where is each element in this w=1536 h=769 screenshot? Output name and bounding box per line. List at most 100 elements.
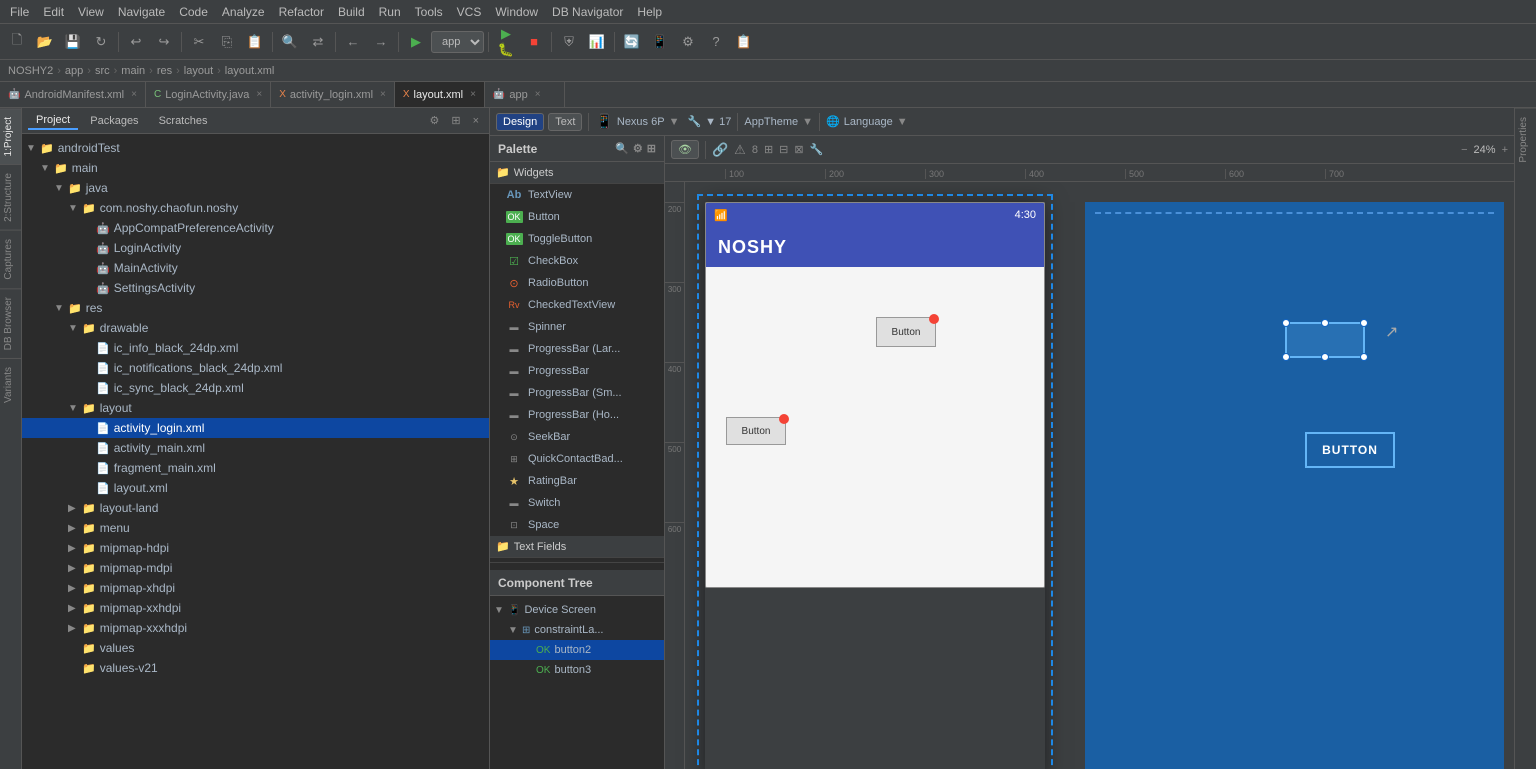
handle-bm[interactable] (1321, 353, 1329, 361)
run-config-combo[interactable]: app (431, 31, 484, 53)
menu-edit[interactable]: Edit (37, 3, 70, 21)
handle-tm[interactable] (1321, 319, 1329, 327)
gradle-sync-btn[interactable]: 🔄 (619, 29, 645, 55)
tab-app[interactable]: 🤖 app × (485, 82, 565, 107)
palette-item-spinner[interactable]: ▬ Spinner (490, 316, 664, 338)
back-btn[interactable]: ← (340, 29, 366, 55)
bc-layoutxml[interactable]: layout.xml (225, 65, 275, 77)
palette-item-progressbar-horiz[interactable]: ▬ ProgressBar (Ho... (490, 404, 664, 426)
tree-item-drawable[interactable]: ▼ 📁 drawable (22, 318, 489, 338)
tab-loginactivity-close[interactable]: × (256, 89, 262, 100)
tree-item-values-v21[interactable]: 📁 values-v21 (22, 658, 489, 678)
side-tab-db-browser[interactable]: DB Browser (0, 288, 21, 358)
find-btn[interactable]: 🔍 (277, 29, 303, 55)
tab-androidmanifest[interactable]: 🤖 AndroidManifest.xml × (0, 82, 146, 107)
error-btn[interactable]: ⚠ (734, 142, 746, 158)
redo-btn[interactable]: ↪ (151, 29, 177, 55)
palette-item-checkedtextview[interactable]: Rv CheckedTextView (490, 294, 664, 316)
side-tab-project[interactable]: 1:Project (0, 108, 21, 164)
phone-btn1[interactable]: Button (876, 317, 936, 347)
coverage-btn[interactable]: ⛨ (556, 29, 582, 55)
tree-item-activity-login-xml[interactable]: 📄 activity_login.xml (22, 418, 489, 438)
comp-tree-button3[interactable]: OK button3 (490, 660, 664, 680)
palette-item-textview[interactable]: Ab TextView (490, 184, 664, 206)
menu-navigate[interactable]: Navigate (112, 3, 171, 21)
tree-item-mipmap-xhdpi[interactable]: ▶ 📁 mipmap-xhdpi (22, 578, 489, 598)
api-label[interactable]: ▼ 17 (705, 116, 731, 128)
forward-btn[interactable]: → (368, 29, 394, 55)
sync-btn[interactable]: ↻ (88, 29, 114, 55)
zoom-minus-icon[interactable]: − (1461, 144, 1467, 156)
handle-tl[interactable] (1282, 319, 1290, 327)
palette-search-icon[interactable]: 🔍 (615, 142, 629, 155)
tree-item-values[interactable]: 📁 values (22, 638, 489, 658)
menu-db-navigator[interactable]: DB Navigator (546, 3, 629, 21)
paste-btn[interactable]: 📋 (242, 29, 268, 55)
open-btn[interactable]: 📂 (32, 29, 58, 55)
panel-close-icon[interactable]: × (469, 114, 483, 128)
replace-btn[interactable]: ⇄ (305, 29, 331, 55)
undo-btn[interactable]: ↩ (123, 29, 149, 55)
stop-btn[interactable]: ■ (521, 29, 547, 55)
palette-item-switch[interactable]: ▬ Switch (490, 492, 664, 514)
palette-item-progressbar-small[interactable]: ▬ ProgressBar (Sm... (490, 382, 664, 404)
menu-run[interactable]: Run (373, 3, 407, 21)
phone-content[interactable]: Button Button (706, 267, 1044, 587)
handle-br[interactable] (1360, 353, 1368, 361)
bc-app[interactable]: app (65, 65, 83, 77)
menu-file[interactable]: File (4, 3, 35, 21)
tree-item-layout-xml[interactable]: 📄 layout.xml (22, 478, 489, 498)
tree-item-mipmap-xxxhdpi[interactable]: ▶ 📁 mipmap-xxxhdpi (22, 618, 489, 638)
menu-help[interactable]: Help (631, 3, 668, 21)
language-dropdown-icon[interactable]: ▼ (897, 116, 908, 128)
tree-item-mainactivity[interactable]: 🤖 MainActivity (22, 258, 489, 278)
tree-item-activity-main-xml[interactable]: 📄 activity_main.xml (22, 438, 489, 458)
design-mode-btn[interactable]: Design (496, 113, 544, 131)
menu-code[interactable]: Code (173, 3, 214, 21)
tree-item-loginactivity[interactable]: 🤖 LoginActivity (22, 238, 489, 258)
tree-item-package[interactable]: ▼ 📁 com.noshy.chaofun.noshy (22, 198, 489, 218)
cut-btn[interactable]: ✂ (186, 29, 212, 55)
palette-section-textfields[interactable]: 📁 Text Fields (490, 536, 664, 558)
magnet-btn[interactable]: 🔗 (712, 142, 728, 158)
canvas-body[interactable]: 200 300 400 500 600 📶 (665, 182, 1514, 769)
tab-app-close[interactable]: × (535, 89, 541, 100)
device-dropdown-icon[interactable]: ▼ (669, 116, 680, 128)
show-design-btn[interactable]: 👁 (671, 140, 699, 159)
palette-item-quickcontact[interactable]: ⊞ QuickContactBad... (490, 448, 664, 470)
palette-item-radiobutton[interactable]: ⊙ RadioButton (490, 272, 664, 294)
theme-label[interactable]: AppTheme (744, 116, 798, 128)
tree-item-ic-notifications[interactable]: 📄 ic_notifications_black_24dp.xml (22, 358, 489, 378)
tab-androidmanifest-close[interactable]: × (131, 89, 137, 100)
tree-item-ic-sync[interactable]: 📄 ic_sync_black_24dp.xml (22, 378, 489, 398)
tree-item-androidtest[interactable]: ▼ 📁 androidTest (22, 138, 489, 158)
tab-layout-xml[interactable]: X layout.xml × (395, 82, 485, 107)
right-side-btn-1[interactable]: Properties (1515, 108, 1536, 171)
palette-gear-icon[interactable]: ⚙ (633, 142, 643, 155)
blueprint-btn-normal[interactable]: BUTTON (1305, 432, 1395, 468)
tab-activity-login-close[interactable]: × (380, 89, 386, 100)
tree-item-layout-land[interactable]: ▶ 📁 layout-land (22, 498, 489, 518)
menu-tools[interactable]: Tools (409, 3, 449, 21)
side-tab-captures[interactable]: Captures (0, 230, 21, 288)
bc-layout[interactable]: layout (184, 65, 213, 77)
text-mode-btn[interactable]: Text (548, 113, 582, 131)
tree-item-layout-folder[interactable]: ▼ 📁 layout (22, 398, 489, 418)
palette-section-widgets[interactable]: 📁 Widgets (490, 162, 664, 184)
panel-tab-project[interactable]: Project (28, 112, 78, 130)
palette-item-ratingbar[interactable]: ★ RatingBar (490, 470, 664, 492)
distribute-btn[interactable]: ⊟ (779, 143, 788, 156)
handle-bl[interactable] (1282, 353, 1290, 361)
handle-tr[interactable] (1360, 319, 1368, 327)
bc-src[interactable]: src (95, 65, 110, 77)
tab-layout-xml-close[interactable]: × (470, 89, 476, 100)
tab-activity-login-xml[interactable]: X activity_login.xml × (271, 82, 395, 107)
menu-view[interactable]: View (72, 3, 110, 21)
tab-loginactivity[interactable]: C LoginActivity.java × (146, 82, 271, 107)
constraint-num-btn[interactable]: 8 (752, 144, 758, 156)
profile-btn[interactable]: 📊 (584, 29, 610, 55)
menu-vcs[interactable]: VCS (451, 3, 488, 21)
new-project-btn[interactable]: 🗋 (4, 29, 30, 55)
side-tab-variants[interactable]: Variants (0, 358, 21, 411)
menu-refactor[interactable]: Refactor (273, 3, 330, 21)
